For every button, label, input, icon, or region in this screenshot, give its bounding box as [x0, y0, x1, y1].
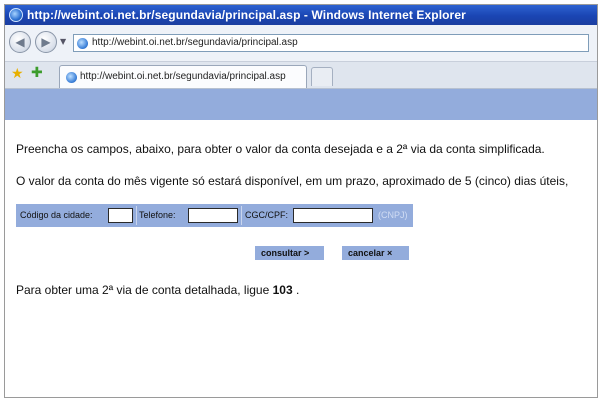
page-header-band: [5, 89, 597, 120]
back-button[interactable]: ◀: [9, 31, 31, 53]
cgc-cpf-label: CGC/CPF:: [245, 210, 289, 220]
footer-text-after: .: [292, 283, 300, 297]
notice-text: O valor da conta do mês vigente só estar…: [16, 174, 569, 188]
tab-bar: ★ ✚ http://webint.oi.net.br/segundavia/p…: [5, 62, 597, 89]
city-code-input[interactable]: [108, 208, 133, 223]
forward-button[interactable]: ▶: [35, 31, 57, 53]
new-tab-button[interactable]: [311, 67, 333, 86]
cancelar-label: cancelar ×: [348, 248, 393, 258]
tab-active[interactable]: http://webint.oi.net.br/segundavia/princ…: [59, 65, 307, 88]
cgc-cpf-input[interactable]: [293, 208, 373, 223]
address-url[interactable]: http://webint.oi.net.br/segundavia/princ…: [92, 37, 298, 48]
cnpj-hint: (CNPJ): [378, 210, 408, 220]
detailed-bill-text: Para obter uma 2ª via de conta detalhada…: [16, 283, 299, 297]
dropdown-arrow-icon[interactable]: ▼: [60, 37, 66, 46]
intro-text: Preencha os campos, abaixo, para obter o…: [16, 142, 545, 156]
cancelar-button[interactable]: cancelar ×: [342, 246, 409, 260]
phone-input[interactable]: [188, 208, 238, 223]
tab-label: http://webint.oi.net.br/segundavia/princ…: [80, 71, 286, 82]
city-code-label: Código da cidade:: [20, 210, 93, 220]
form-divider: [241, 206, 242, 225]
window-title: http://webint.oi.net.br/segundavia/princ…: [27, 8, 466, 22]
title-bar: http://webint.oi.net.br/segundavia/princ…: [5, 5, 597, 25]
internet-explorer-icon: [9, 8, 23, 22]
forward-arrow-icon: ▶: [41, 35, 51, 49]
form-divider: [136, 206, 137, 225]
tab-page-icon: [66, 72, 77, 83]
consultar-label: consultar >: [261, 248, 310, 258]
browser-window: http://webint.oi.net.br/segundavia/princ…: [4, 4, 598, 398]
favorites-star-icon[interactable]: ★: [11, 66, 24, 82]
footer-text-before: Para obter uma 2ª via de conta detalhada…: [16, 283, 273, 297]
add-favorites-icon[interactable]: ✚: [31, 65, 43, 81]
search-form: Código da cidade: Telefone: CGC/CPF: (CN…: [16, 204, 413, 227]
phone-label: Telefone:: [139, 210, 176, 220]
back-arrow-icon: ◀: [15, 35, 25, 49]
navigation-bar: ◀ ▶ ▼ http://webint.oi.net.br/segundavia…: [5, 25, 597, 62]
consultar-button[interactable]: consultar >: [255, 246, 324, 260]
address-bar[interactable]: http://webint.oi.net.br/segundavia/princ…: [73, 34, 589, 52]
page-icon: [77, 38, 88, 49]
phone-number: 103: [272, 283, 293, 297]
